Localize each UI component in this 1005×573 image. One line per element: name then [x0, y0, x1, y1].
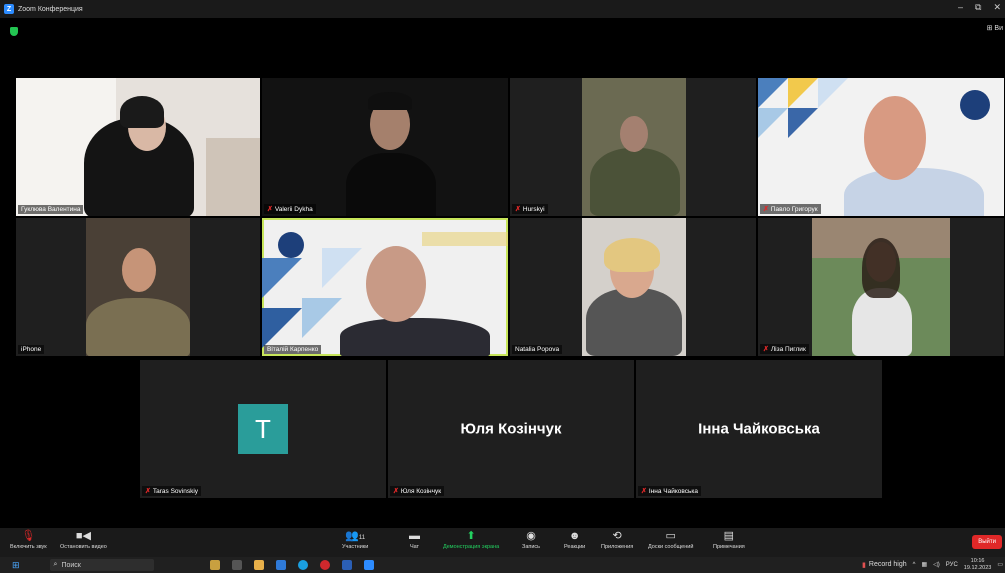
share-screen-icon: ⬆ — [466, 530, 476, 542]
participant-name-label: ✗ Павло Григорук — [760, 204, 821, 214]
mic-muted-icon: ✗ — [145, 488, 151, 495]
participant-name-label: ✗ Hurskyi — [512, 204, 548, 214]
participant-tile[interactable]: Natalia Popova — [510, 218, 756, 356]
meeting-toolbar: 🎙 Включить звук ■◀ Остановить видео 👥11 … — [0, 528, 1005, 557]
edge-browser-icon[interactable] — [297, 560, 308, 570]
store-icon[interactable] — [275, 560, 286, 570]
clock[interactable]: 10:16 19.12.2023 — [964, 558, 992, 571]
mic-muted-icon: ✗ — [763, 346, 769, 353]
word-icon[interactable] — [341, 560, 352, 570]
participant-tile[interactable]: T ✗ Taras Sovinskiy — [140, 360, 386, 498]
zoom-taskbar-icon[interactable] — [363, 560, 374, 570]
participant-tile-active-speaker[interactable]: Віталій Карпенко — [262, 218, 508, 356]
zoom-logo-icon: Z — [4, 4, 14, 14]
participant-name-label: ✗ Valerii Dykha — [264, 204, 316, 214]
shield-icon[interactable] — [10, 27, 18, 36]
search-icon: ⌕ — [53, 561, 58, 568]
participant-tile[interactable]: ✗ Valerii Dykha — [262, 78, 508, 216]
notes-button[interactable]: ▤ Примечания — [713, 530, 745, 550]
windows-start-icon[interactable]: ⊞ — [12, 560, 20, 571]
emblem-logo — [278, 232, 304, 258]
network-icon[interactable]: ▦ — [921, 561, 927, 568]
video-camera-icon: ■◀ — [75, 530, 91, 542]
mic-muted-icon: ✗ — [641, 488, 647, 495]
participant-name-label: ✗ Інна Чайковська — [638, 486, 702, 496]
participant-name-label: Natalia Popova — [512, 345, 563, 354]
notes-icon: ▤ — [723, 530, 735, 542]
restore-button[interactable]: ⧉ — [975, 2, 981, 13]
whiteboards-button[interactable]: ▭ Доски сообщений — [648, 530, 693, 550]
participant-name-label: iPhone — [18, 345, 45, 354]
file-explorer-icon[interactable] — [253, 560, 264, 570]
task-view-icon[interactable] — [231, 560, 242, 570]
apps-icon: ⟲ — [612, 530, 622, 542]
unmute-button[interactable]: 🎙 Включить звук — [10, 530, 47, 550]
participant-display-name: Юля Козінчук — [460, 420, 562, 438]
participant-name-label: Віталій Карпенко — [264, 345, 322, 354]
record-button[interactable]: ◉ Запись — [522, 530, 540, 550]
participant-avatar: T — [238, 404, 288, 454]
participant-name-label: ✗ Ліза Пиглик — [760, 344, 809, 354]
weather-widget[interactable]: ▮ Record high — [862, 561, 907, 569]
participant-name-label: ✗ Юля Козінчук — [390, 486, 445, 496]
landscape-widget-icon[interactable] — [209, 560, 220, 570]
participants-button[interactable]: 👥11 Участники — [342, 530, 368, 550]
mic-muted-icon: ✗ — [393, 488, 399, 495]
participant-tile[interactable]: ✗ Hurskyi — [510, 78, 756, 216]
mic-muted-icon: ✗ — [763, 206, 769, 213]
chat-bubble-icon: ▬ — [409, 530, 420, 542]
reactions-icon: ☻ — [568, 530, 581, 542]
participant-tile[interactable]: Юля Козінчук ✗ Юля Козінчук — [388, 360, 634, 498]
participant-tile[interactable]: ✗ Ліза Пиглик — [758, 218, 1004, 356]
pattern-icon — [758, 78, 848, 138]
opera-browser-icon[interactable] — [319, 560, 330, 570]
close-button[interactable]: ✕ — [993, 2, 1001, 13]
mic-muted-icon: ✗ — [267, 206, 273, 213]
participant-display-name: Інна Чайковська — [698, 420, 820, 438]
chevron-up-icon[interactable]: ^ — [913, 562, 916, 568]
emblem-logo — [960, 90, 990, 120]
participant-tile[interactable]: Гуклюва Валентина — [16, 78, 260, 216]
apps-button[interactable]: ⟲ Приложения — [601, 530, 633, 550]
taskbar-search[interactable]: ⌕ Поиск — [49, 559, 154, 571]
participant-name-label: ✗ Taras Sovinskiy — [142, 486, 202, 496]
thermometer-icon: ▮ — [862, 561, 866, 569]
participants-icon: 👥11 — [345, 530, 366, 542]
notification-icon[interactable]: ▭ — [997, 561, 1003, 568]
view-button[interactable]: ⊞ Ви — [987, 24, 1003, 32]
chat-button[interactable]: ▬ Чат — [409, 530, 420, 550]
mic-off-icon: 🎙 — [21, 530, 36, 542]
participant-name-label: Гуклюва Валентина — [18, 205, 84, 214]
participant-tile[interactable]: ✗ Павло Григорук — [758, 78, 1004, 216]
whiteboard-icon: ▭ — [665, 530, 676, 542]
mic-muted-icon: ✗ — [515, 206, 521, 213]
record-icon: ◉ — [526, 530, 536, 542]
system-tray: ▮ Record high ^ ▦ ◁) РУС 10:16 19.12.2023… — [862, 558, 1003, 571]
video-gallery: Гуклюва Валентина ✗ Valerii Dykha ✗ Hursky… — [0, 40, 1005, 528]
window-titlebar: Z Zoom Конференция – ⧉ ✕ — [0, 0, 1005, 18]
volume-icon[interactable]: ◁) — [933, 561, 940, 568]
reactions-button[interactable]: ☻ Реакции — [564, 530, 585, 550]
participant-tile[interactable]: Інна Чайковська ✗ Інна Чайковська — [636, 360, 882, 498]
window-title: Zoom Конференция — [18, 5, 83, 13]
participant-tile[interactable]: iPhone — [16, 218, 260, 356]
stop-video-button[interactable]: ■◀ Остановить видео — [60, 530, 107, 550]
windows-taskbar: ⊞ ⌕ Поиск ▮ Record high ^ ▦ ◁) РУС 10:16 … — [0, 557, 1005, 573]
share-screen-button[interactable]: ⬆ Демонстрация экрана — [443, 530, 499, 550]
minimize-button[interactable]: – — [958, 2, 963, 13]
language-indicator[interactable]: РУС — [946, 562, 958, 568]
leave-button[interactable]: Выйти — [972, 535, 1002, 549]
